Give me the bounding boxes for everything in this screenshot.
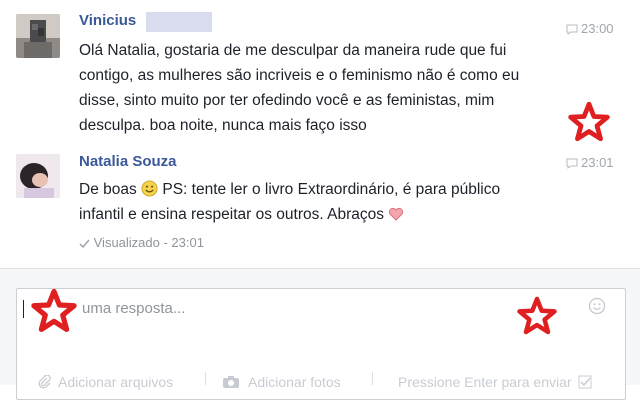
message-line: infantil e ensina respeitar os outros. A… <box>79 202 500 227</box>
message-natalia: Natalia Souza 23:01 De boas PS: tente le… <box>0 140 640 268</box>
red-star-annotation <box>568 101 610 142</box>
message-line: disse, sinto muito por ter ofedindo você… <box>79 92 495 109</box>
avatar[interactable] <box>16 14 60 58</box>
paperclip-icon <box>38 374 51 389</box>
message-time: 23:00 <box>566 21 614 36</box>
text-cursor <box>23 300 24 318</box>
camera-icon <box>223 376 239 388</box>
sender-name[interactable]: Vinicius <box>79 12 136 29</box>
message-line: De boas PS: tente ler o livro Extraordin… <box>79 177 500 202</box>
message-line: desculpa. boa noite, nunca mais faço iss… <box>79 117 367 134</box>
message-fragment: De boas <box>79 181 142 198</box>
smiley-emoji-icon <box>141 180 158 197</box>
redacted-name <box>146 12 212 32</box>
seen-text: Visualizado - 23:01 <box>93 235 204 250</box>
message-line: contigo, as mulheres são incriveis e o f… <box>79 67 520 84</box>
message-thread: Vinicius 23:00 Olá Natalia, gostaria de … <box>0 0 640 268</box>
add-files-button[interactable]: Adicionar arquivos <box>38 374 173 390</box>
toolbar-label: Pressione Enter para enviar <box>398 374 572 390</box>
message-fragment: PS: tente ler o livro Extraordinário, é … <box>158 181 501 198</box>
red-star-annotation <box>517 296 557 335</box>
toolbar-separator <box>372 372 373 385</box>
red-star-annotation <box>31 288 77 332</box>
heart-emoji-icon <box>389 207 404 221</box>
toolbar-label: Adicionar fotos <box>248 374 341 390</box>
seen-status: Visualizado - 23:01 <box>79 235 204 250</box>
time-text: 23:01 <box>581 155 614 170</box>
message-text: Olá Natalia, gostaria de me desculpar da… <box>79 38 519 138</box>
chat-bubble-icon <box>566 24 578 35</box>
sender-name[interactable]: Natalia Souza <box>79 153 177 170</box>
time-text: 23:00 <box>581 21 614 36</box>
checkbox-icon[interactable] <box>578 375 592 389</box>
toolbar-separator <box>205 372 206 385</box>
checkmark-icon <box>79 239 90 249</box>
message-vinicius: Vinicius 23:00 Olá Natalia, gostaria de … <box>0 0 640 140</box>
emoji-picker-icon[interactable] <box>588 297 606 315</box>
add-photos-button[interactable]: Adicionar fotos <box>222 374 341 390</box>
message-line: Olá Natalia, gostaria de me desculpar da… <box>79 42 507 59</box>
message-text: De boas PS: tente ler o livro Extraordin… <box>79 177 500 227</box>
avatar[interactable] <box>16 154 60 198</box>
toolbar-label: Adicionar arquivos <box>58 374 174 390</box>
reply-input[interactable]: uma resposta... <box>82 300 185 317</box>
message-fragment: infantil e ensina respeitar os outros. A… <box>79 206 385 223</box>
message-time: 23:01 <box>566 155 614 170</box>
press-enter-to-send-option[interactable]: Pressione Enter para enviar <box>398 374 592 390</box>
chat-bubble-icon <box>566 158 578 169</box>
